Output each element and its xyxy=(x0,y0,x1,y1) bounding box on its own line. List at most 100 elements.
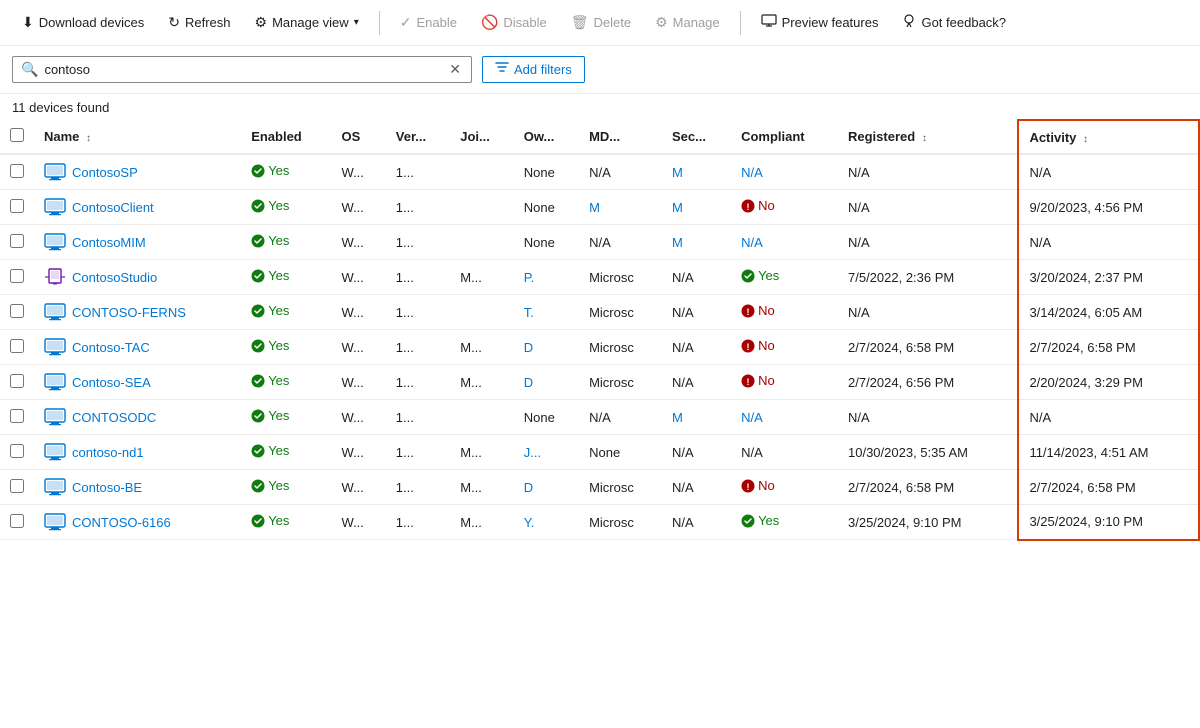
download-devices-button[interactable]: ⬇ Download devices xyxy=(12,8,154,37)
device-os: W... xyxy=(342,270,364,285)
device-owner[interactable]: T. xyxy=(524,305,534,320)
device-activity-cell: 2/20/2024, 3:29 PM xyxy=(1018,365,1199,400)
row-checkbox-cell[interactable] xyxy=(0,330,34,365)
row-checkbox[interactable] xyxy=(10,234,24,248)
gear-icon: ⚙ xyxy=(655,14,668,31)
row-checkbox-cell[interactable] xyxy=(0,225,34,260)
device-activity: N/A xyxy=(1029,235,1051,250)
device-name-link[interactable]: CONTOSODC xyxy=(44,408,231,426)
search-input-wrap[interactable]: 🔍 ✕ xyxy=(12,56,472,83)
device-enabled-cell: Yes xyxy=(241,505,331,540)
row-checkbox[interactable] xyxy=(10,199,24,213)
col-header-name[interactable]: Name ↕ xyxy=(34,120,241,154)
device-version: 1... xyxy=(396,200,414,215)
device-owner[interactable]: J... xyxy=(524,445,541,460)
device-os: W... xyxy=(342,445,364,460)
device-name-text: CONTOSODC xyxy=(72,410,156,425)
device-enabled-cell: Yes xyxy=(241,365,331,400)
device-name-link[interactable]: contoso-nd1 xyxy=(44,443,231,461)
computer-icon xyxy=(44,373,66,391)
col-header-activity[interactable]: Activity ↕ xyxy=(1018,120,1199,154)
row-checkbox-cell[interactable] xyxy=(0,295,34,330)
device-name-link[interactable]: ContosoStudio xyxy=(44,268,231,286)
device-compliant-cell: N/A xyxy=(731,400,838,435)
table-row: ContosoStudio Yes W...1...M...P.MicroscN… xyxy=(0,260,1199,295)
compliant-no: ! No xyxy=(741,303,775,318)
device-os: W... xyxy=(342,200,364,215)
enabled-status: Yes xyxy=(251,198,289,213)
device-name-link[interactable]: ContosoClient xyxy=(44,198,231,216)
device-name-cell: Contoso-SEA xyxy=(34,365,241,400)
row-checkbox-cell[interactable] xyxy=(0,400,34,435)
row-checkbox[interactable] xyxy=(10,164,24,178)
row-checkbox-cell[interactable] xyxy=(0,505,34,540)
compliant-yes: Yes xyxy=(741,513,779,528)
device-owner-cell: T. xyxy=(514,295,579,330)
device-owner[interactable]: D xyxy=(524,375,533,390)
col-header-registered[interactable]: Registered ↕ xyxy=(838,120,1018,154)
delete-button[interactable]: 🗑 Delete xyxy=(561,8,641,37)
preview-features-button[interactable]: Preview features xyxy=(751,8,889,37)
manage-view-button[interactable]: ⚙ Manage view ▾ xyxy=(245,8,369,37)
search-clear-button[interactable]: ✕ xyxy=(447,61,463,78)
device-name-cell: ContosoStudio xyxy=(34,260,241,295)
search-bar: 🔍 ✕ Add filters xyxy=(0,46,1200,94)
device-name-link[interactable]: CONTOSO-FERNS xyxy=(44,303,231,321)
computer-icon xyxy=(44,303,66,321)
row-checkbox-cell[interactable] xyxy=(0,190,34,225)
device-owner[interactable]: D xyxy=(524,340,533,355)
search-input[interactable] xyxy=(44,62,441,77)
device-owner-cell: D xyxy=(514,470,579,505)
manage-button[interactable]: ⚙ Manage xyxy=(645,8,730,37)
device-name-cell: ContosoClient xyxy=(34,190,241,225)
device-md: N/A xyxy=(589,165,611,180)
device-sec[interactable]: M xyxy=(672,165,683,180)
device-name-link[interactable]: ContosoSP xyxy=(44,163,231,181)
row-checkbox[interactable] xyxy=(10,479,24,493)
row-checkbox-cell[interactable] xyxy=(0,154,34,190)
row-checkbox[interactable] xyxy=(10,514,24,528)
compliant-na[interactable]: N/A xyxy=(741,410,763,425)
device-version-cell: 1... xyxy=(386,260,450,295)
row-checkbox-cell[interactable] xyxy=(0,470,34,505)
device-name-link[interactable]: ContosoMIM xyxy=(44,233,231,251)
device-sec[interactable]: M xyxy=(672,410,683,425)
device-version-cell: 1... xyxy=(386,154,450,190)
compliant-na[interactable]: N/A xyxy=(741,235,763,250)
row-checkbox-cell[interactable] xyxy=(0,260,34,295)
row-checkbox[interactable] xyxy=(10,269,24,283)
computer-icon xyxy=(44,408,66,426)
enabled-status: Yes xyxy=(251,443,289,458)
device-name-link[interactable]: Contoso-TAC xyxy=(44,338,231,356)
select-all-checkbox-cell[interactable] xyxy=(0,120,34,154)
device-sec[interactable]: M xyxy=(672,200,683,215)
row-checkbox[interactable] xyxy=(10,374,24,388)
device-name-link[interactable]: CONTOSO-6166 xyxy=(44,513,231,531)
device-sec-cell: M xyxy=(662,190,731,225)
device-md: Microsc xyxy=(589,515,634,530)
device-name-link[interactable]: Contoso-SEA xyxy=(44,373,231,391)
device-join-cell xyxy=(450,400,514,435)
got-feedback-button[interactable]: Got feedback? xyxy=(892,8,1016,37)
row-checkbox[interactable] xyxy=(10,409,24,423)
device-md[interactable]: M xyxy=(589,200,600,215)
device-owner[interactable]: D xyxy=(524,480,533,495)
device-owner[interactable]: P. xyxy=(524,270,535,285)
device-owner[interactable]: Y. xyxy=(524,515,535,530)
compliant-na[interactable]: N/A xyxy=(741,165,763,180)
table-row: CONTOSO-6166 Yes W...1...M...Y.MicroscN/… xyxy=(0,505,1199,540)
row-checkbox-cell[interactable] xyxy=(0,365,34,400)
refresh-button[interactable]: ↻ Refresh xyxy=(158,8,240,37)
device-join: M... xyxy=(460,375,482,390)
enable-button[interactable]: ✓ Enable xyxy=(390,8,467,37)
device-sec[interactable]: M xyxy=(672,235,683,250)
row-checkbox[interactable] xyxy=(10,339,24,353)
device-join: M... xyxy=(460,270,482,285)
select-all-checkbox[interactable] xyxy=(10,128,24,142)
row-checkbox-cell[interactable] xyxy=(0,435,34,470)
device-name-link[interactable]: Contoso-BE xyxy=(44,478,231,496)
row-checkbox[interactable] xyxy=(10,304,24,318)
add-filters-button[interactable]: Add filters xyxy=(482,56,585,83)
row-checkbox[interactable] xyxy=(10,444,24,458)
disable-button[interactable]: 🚫 Disable xyxy=(471,8,557,37)
